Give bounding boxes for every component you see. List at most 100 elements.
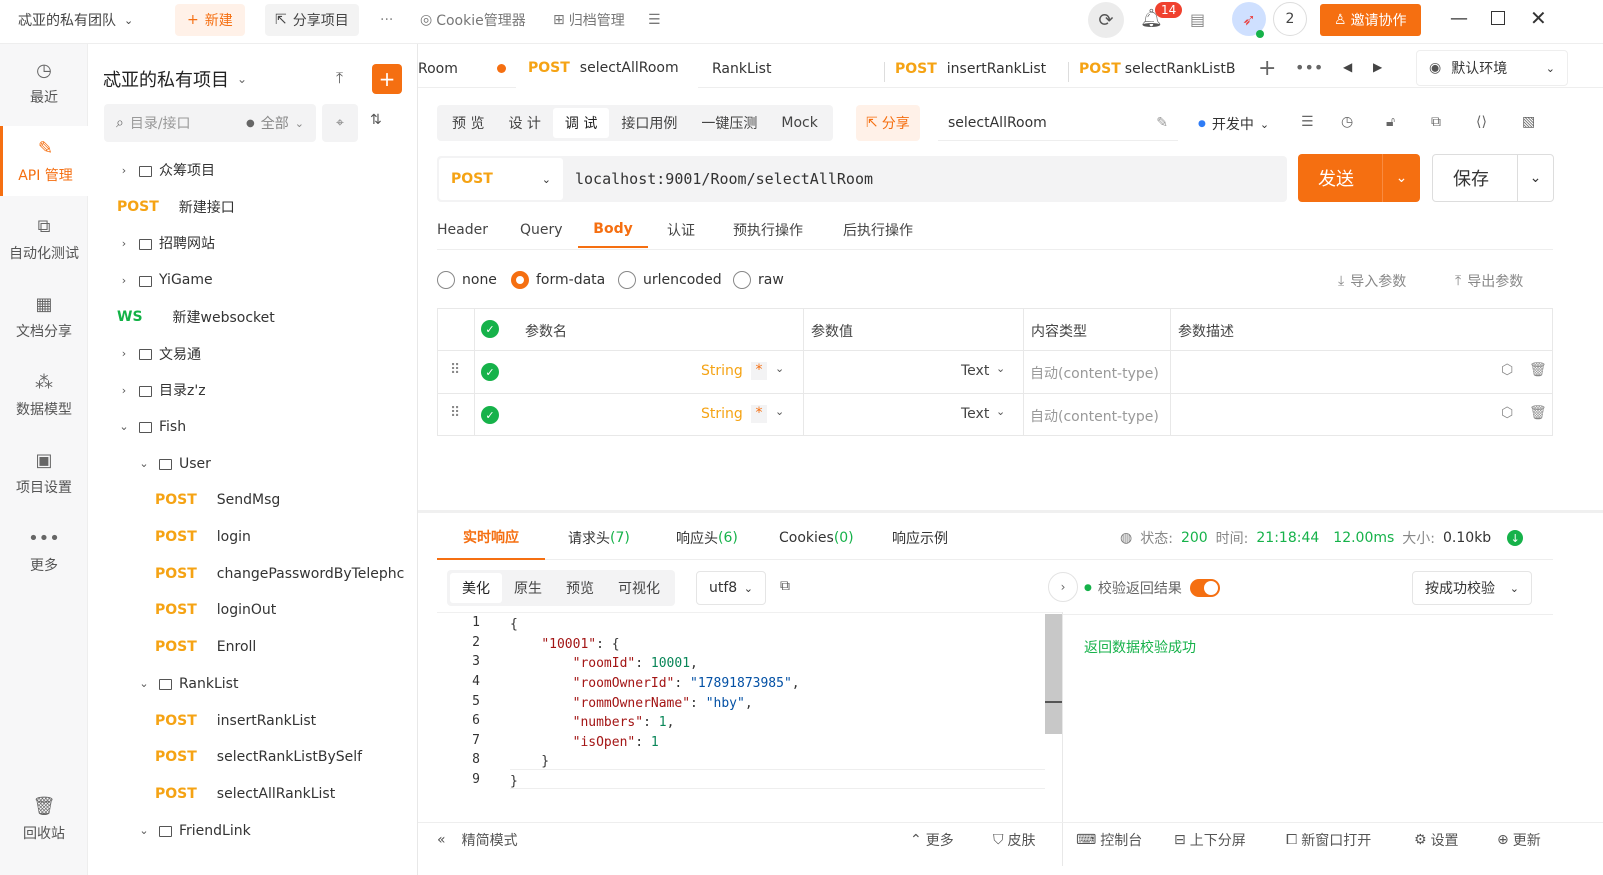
- tree-endpoint[interactable]: POST selectRankListBySelf: [155, 739, 362, 775]
- tab-select-all-room[interactable]: POST selectAllRoom: [516, 50, 698, 88]
- update-button[interactable]: ⊕ 更新: [1497, 830, 1541, 850]
- archive-button[interactable]: ⊞ 归档管理: [553, 0, 625, 40]
- tree-folder[interactable]: › 目录z'z: [117, 372, 206, 408]
- mode-design[interactable]: 设 计: [496, 108, 552, 138]
- rail-more[interactable]: ••• 更多: [0, 516, 88, 586]
- new-button[interactable]: + 新建: [175, 4, 245, 36]
- history-icon[interactable]: ◷: [1341, 114, 1353, 130]
- chevron-down-icon[interactable]: ⌄: [137, 677, 151, 690]
- view-preview[interactable]: 预览: [554, 573, 606, 603]
- doc-link-icon[interactable]: ▧: [1522, 114, 1535, 130]
- body-type-urlencoded[interactable]: urlencoded: [618, 270, 722, 290]
- req-tab-query[interactable]: Query: [520, 212, 563, 248]
- tree-folder[interactable]: ⌄ FriendLink: [137, 813, 250, 849]
- member-count[interactable]: 2: [1273, 2, 1307, 36]
- copy-icon[interactable]: ⧉: [1431, 114, 1441, 130]
- tree-endpoint[interactable]: WS 新建websocket: [117, 299, 275, 335]
- rail-auto-test[interactable]: ⧉ 自动化测试: [0, 204, 88, 274]
- chevron-right-icon[interactable]: ›: [117, 164, 131, 177]
- tree-folder[interactable]: ⌄ User: [137, 446, 211, 482]
- console-button[interactable]: ⌨ 控制台: [1076, 830, 1142, 850]
- req-tab-pre[interactable]: 预执行操作: [733, 212, 803, 248]
- mode-preview[interactable]: 预 览: [440, 108, 496, 138]
- req-tab-auth[interactable]: 认证: [667, 212, 695, 248]
- tab-select-ranklist-b[interactable]: POST selectRankListB: [1079, 50, 1235, 88]
- more-menu-icon[interactable]: ···: [380, 0, 393, 40]
- row-check-icon[interactable]: ✓: [481, 363, 499, 381]
- add-tab-icon[interactable]: +: [1258, 56, 1276, 81]
- tree-endpoint[interactable]: POST SendMsg: [155, 482, 280, 518]
- import-params-button[interactable]: ⤓ 导入参数: [1338, 271, 1406, 291]
- import-icon[interactable]: ⤒: [336, 68, 343, 88]
- mode-cases[interactable]: 接口用例: [609, 108, 689, 138]
- chevron-right-icon[interactable]: ›: [117, 274, 131, 287]
- tree-folder[interactable]: › 招聘网站: [117, 225, 215, 261]
- tab-prev-icon[interactable]: ◀: [1343, 60, 1352, 74]
- check-all-icon[interactable]: ✓: [481, 320, 499, 338]
- collapse-icon[interactable]: ☰: [648, 0, 661, 40]
- chevron-down-icon[interactable]: ⌄: [775, 405, 784, 418]
- mode-stress[interactable]: 一键压测: [689, 108, 769, 138]
- send-button[interactable]: 发送 ⌄: [1298, 154, 1420, 202]
- req-tab-header[interactable]: Header: [437, 212, 488, 248]
- chevron-right-icon[interactable]: ›: [117, 237, 131, 250]
- required-mark[interactable]: *: [751, 405, 767, 423]
- team-selector[interactable]: 忒亚的私有团队 ⌄: [18, 0, 133, 40]
- drag-handle-icon[interactable]: ⠿: [450, 405, 460, 421]
- tree-folder[interactable]: › 文易通: [117, 336, 201, 372]
- chevron-right-icon[interactable]: ›: [117, 347, 131, 360]
- param-type[interactable]: String: [701, 406, 743, 422]
- tree-endpoint[interactable]: POST loginOut: [155, 592, 276, 628]
- chevron-down-icon[interactable]: ⌄: [996, 362, 1005, 375]
- add-button[interactable]: +: [372, 64, 402, 94]
- split-button[interactable]: ⊟ 上下分屏: [1174, 830, 1246, 850]
- api-name-field[interactable]: selectAllRoom ✎: [938, 105, 1178, 141]
- pane-splitter[interactable]: [418, 510, 1603, 513]
- collapse-panel-icon[interactable]: ›: [1048, 572, 1078, 602]
- sync-icon[interactable]: ⟳: [1088, 2, 1124, 38]
- resp-tab-resp-headers[interactable]: 响应头 (6): [676, 516, 738, 560]
- row-check-icon[interactable]: ✓: [481, 406, 499, 424]
- value-type[interactable]: Text: [961, 363, 989, 379]
- close-icon[interactable]: ✕: [1530, 6, 1547, 30]
- new-window-button[interactable]: ⧠ 新窗口打开: [1286, 830, 1371, 850]
- delete-icon[interactable]: 🗑︎: [1529, 405, 1547, 421]
- resp-tab-cookies[interactable]: Cookies (0): [779, 516, 854, 560]
- rail-trash[interactable]: 🗑︎ 回收站: [0, 784, 88, 854]
- content-type[interactable]: 自动(content-type): [1030, 406, 1159, 426]
- env-selector[interactable]: ◉ 默认环境 ⌄: [1416, 50, 1568, 86]
- view-raw[interactable]: 原生: [502, 573, 554, 603]
- content-type[interactable]: 自动(content-type): [1030, 363, 1159, 383]
- req-tab-post[interactable]: 后执行操作: [843, 212, 913, 248]
- share-api-button[interactable]: ⇱ 分享: [856, 105, 920, 141]
- rail-recent[interactable]: ◷ 最近: [0, 48, 88, 118]
- resp-tab-req-headers[interactable]: 请求头 (7): [568, 516, 630, 560]
- method-select[interactable]: POST ⌄: [439, 158, 563, 200]
- param-type[interactable]: String: [701, 363, 743, 379]
- rail-api-management[interactable]: ✎ API 管理: [0, 126, 88, 196]
- value-type[interactable]: Text: [961, 406, 989, 422]
- encoding-select[interactable]: utf8 ⌄: [696, 571, 766, 605]
- skin-button[interactable]: ⛉ 皮肤: [993, 830, 1036, 850]
- req-tab-body[interactable]: Body: [578, 212, 648, 248]
- url-input[interactable]: localhost:9001/Room/selectAllRoom: [575, 170, 873, 188]
- note-icon[interactable]: ▤: [1190, 10, 1205, 29]
- chevron-down-icon[interactable]: ⌄: [775, 362, 784, 375]
- drag-handle-icon[interactable]: ⠿: [450, 362, 460, 378]
- chevron-down-icon[interactable]: ⌄: [137, 824, 151, 837]
- more-button[interactable]: ⌃ 更多: [910, 830, 954, 850]
- chevron-down-icon[interactable]: ⌄: [1383, 170, 1420, 186]
- tree-endpoint[interactable]: POST Enroll: [155, 629, 256, 665]
- scrollbar-thumb[interactable]: [1045, 614, 1062, 734]
- share-project-button[interactable]: ⇱ 分享项目: [265, 4, 359, 36]
- cube-icon[interactable]: ⬡: [1501, 362, 1513, 378]
- mode-debug[interactable]: 调 试: [552, 108, 610, 138]
- lock-icon[interactable]: 🔓︎: [1386, 114, 1395, 130]
- cookie-manager-button[interactable]: ◎ Cookie管理器: [420, 0, 526, 40]
- body-type-raw[interactable]: raw: [733, 270, 784, 290]
- project-title[interactable]: 忒亚的私有项目 ⌄: [103, 66, 247, 92]
- rail-data-model[interactable]: ⁂ 数据模型: [0, 360, 88, 430]
- status-select[interactable]: ● 开发中 ⌄: [1198, 114, 1269, 134]
- tree-folder[interactable]: › 众筹项目: [117, 152, 215, 188]
- minimize-icon[interactable]: —: [1450, 8, 1468, 29]
